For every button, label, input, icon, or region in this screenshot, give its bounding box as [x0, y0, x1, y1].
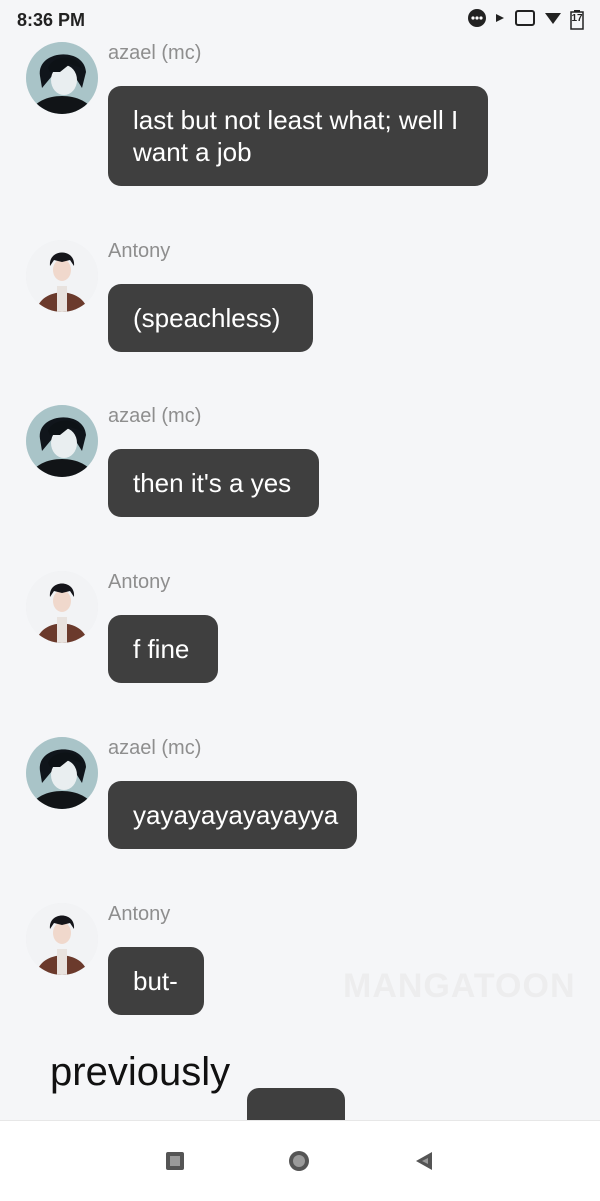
navigation-bar: [0, 1120, 600, 1201]
wifi-icon: [544, 10, 562, 31]
sender-name: azael (mc): [108, 737, 202, 759]
message-bubble[interactable]: but-: [108, 947, 204, 1015]
antony-avatar[interactable]: [26, 903, 98, 975]
status-time: 8:36 PM: [17, 10, 86, 30]
partial-message-bubble: [247, 1088, 345, 1120]
message-bubble[interactable]: (speachless): [108, 284, 313, 352]
screen-icon: [514, 9, 536, 32]
previously-caption: previously: [50, 1050, 231, 1094]
azael-avatar[interactable]: [26, 737, 98, 809]
chat-thread[interactable]: azael (mc) last but not least what; well…: [0, 0, 600, 1120]
home-button[interactable]: [287, 1149, 311, 1173]
sender-name: azael (mc): [108, 42, 202, 64]
battery-level: 17: [571, 13, 583, 24]
message-bubble[interactable]: last but not least what; well I want a j…: [108, 86, 488, 186]
sender-name: Antony: [108, 571, 171, 593]
sender-name: Antony: [108, 903, 171, 925]
square-icon: [166, 1152, 184, 1170]
recents-button[interactable]: [163, 1149, 187, 1173]
back-button[interactable]: [412, 1149, 436, 1173]
notification-icon: [494, 11, 506, 30]
more-notifications-icon: [468, 8, 486, 32]
antony-avatar[interactable]: [26, 571, 98, 643]
status-bar: 8:36 PM 17: [0, 0, 600, 40]
triangle-back-icon: [416, 1152, 432, 1170]
azael-avatar[interactable]: [26, 42, 98, 114]
watermark-logo: MANGATOON: [343, 967, 576, 1005]
message-bubble[interactable]: f fine: [108, 615, 218, 683]
message-bubble[interactable]: then it's a yes: [108, 449, 319, 517]
sender-name: Antony: [108, 240, 171, 262]
message-bubble[interactable]: yayayayayayayya: [108, 781, 357, 849]
status-icons: 17: [468, 8, 584, 32]
circle-icon: [289, 1151, 309, 1171]
azael-avatar[interactable]: [26, 405, 98, 477]
sender-name: azael (mc): [108, 405, 202, 427]
battery-icon: 17: [570, 10, 584, 30]
antony-avatar[interactable]: [26, 240, 98, 312]
